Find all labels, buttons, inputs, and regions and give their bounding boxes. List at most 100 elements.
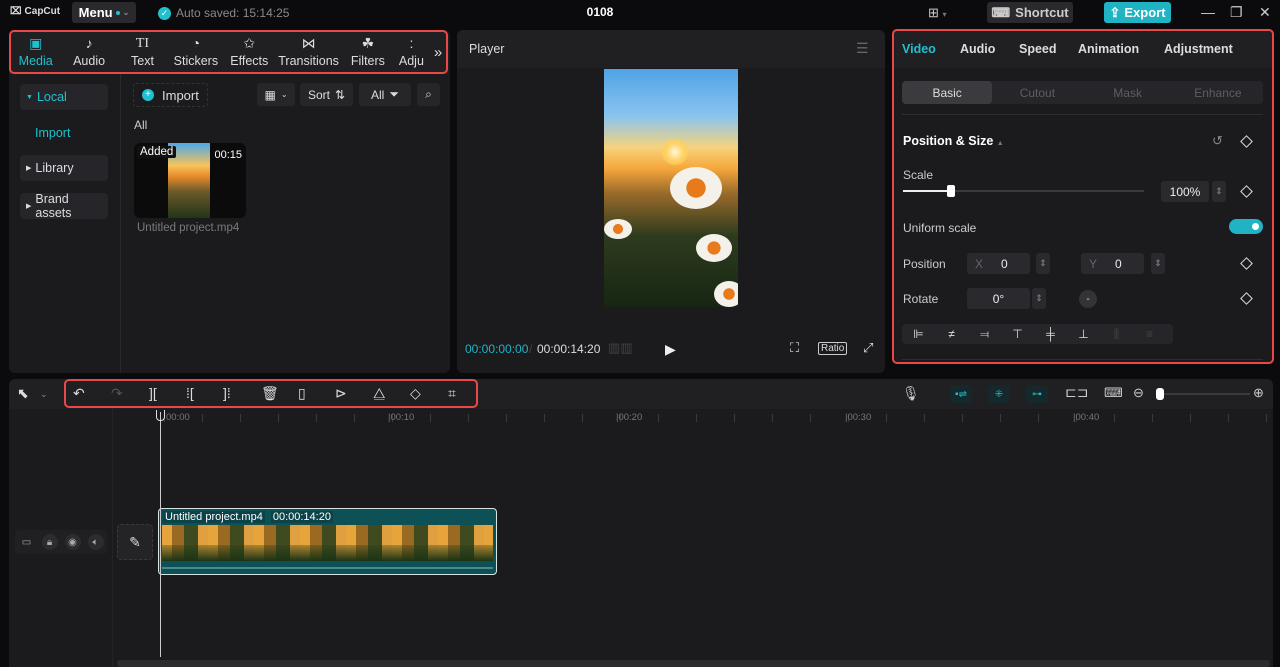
microphone-icon[interactable]: 🎙︎ xyxy=(902,385,920,402)
hamburger-menu-icon[interactable]: ☰ xyxy=(856,40,869,57)
horizontal-scrollbar[interactable] xyxy=(117,660,1270,667)
mirror-icon[interactable]: ⧋ xyxy=(373,385,386,402)
sort-button[interactable]: Sort ⇅ xyxy=(300,83,353,106)
zoom-out-icon[interactable]: ⊖ xyxy=(1133,385,1144,401)
speaker-icon[interactable]: 🔈︎ xyxy=(87,534,104,550)
position-y-stepper[interactable]: ⇕ xyxy=(1151,253,1165,274)
crop-icon[interactable]: ⌗ xyxy=(448,385,456,402)
minimize-button[interactable]: — xyxy=(1201,4,1215,20)
timeline-clip[interactable]: Untitled project.mp4 00:00:14:20 xyxy=(158,508,497,575)
position-y-input[interactable]: Y0 xyxy=(1081,253,1144,274)
tab-media[interactable]: ▣ Media xyxy=(9,30,62,74)
link-button[interactable]: ⊶ xyxy=(1026,385,1048,403)
align-center-v-icon[interactable]: ╪ xyxy=(1034,327,1067,341)
daisy xyxy=(670,167,722,209)
tab-transitions[interactable]: ⋈ Transitions xyxy=(276,30,341,74)
delete-icon[interactable]: 🗑︎ xyxy=(261,385,279,402)
position-x-input[interactable]: X0 xyxy=(967,253,1030,274)
tab-speed[interactable]: Speed xyxy=(1019,42,1057,56)
auto-snap-button[interactable]: ⁜ xyxy=(988,385,1010,403)
tab-audio[interactable]: ♪ Audio xyxy=(62,30,115,74)
import-button[interactable]: + Import xyxy=(133,83,208,107)
layout-button[interactable]: ⊞ ▾ xyxy=(928,5,947,21)
ruler-tick xyxy=(240,414,241,422)
rotate-stepper[interactable]: ⇕ xyxy=(1032,288,1046,309)
sidebar-item-brand-assets[interactable]: ▶ Brand assets xyxy=(20,192,108,220)
split-icon[interactable]: ][ xyxy=(149,385,157,401)
layout-icon: ⊞ xyxy=(928,5,939,20)
play-button[interactable]: ▶ xyxy=(665,341,676,358)
tab-text[interactable]: TI Text xyxy=(116,30,169,74)
subtab-cutout[interactable]: Cutout xyxy=(992,81,1082,104)
undo-icon[interactable]: ↶ xyxy=(73,385,85,402)
tab-stickers[interactable]: ◔ Stickers xyxy=(169,30,222,74)
autosave-status: ✓ Auto saved: 15:14:25 xyxy=(158,6,289,20)
rotate-icon[interactable]: ◇ xyxy=(410,385,421,402)
rotate-input[interactable]: 0° xyxy=(967,288,1030,309)
delete-left-icon[interactable]: ⁞[ xyxy=(186,385,194,401)
freeze-frame-icon[interactable]: ▯ xyxy=(298,385,306,402)
tab-effects[interactable]: ✩ Effects xyxy=(223,30,276,74)
timeline-zoom-slider[interactable] xyxy=(1162,393,1250,395)
ratio-button[interactable]: Ratio xyxy=(818,342,848,355)
more-tabs-button[interactable]: » xyxy=(428,44,448,61)
project-title[interactable]: 0108 xyxy=(560,5,640,19)
video-preview[interactable] xyxy=(604,69,738,307)
zoom-in-icon[interactable]: ⊕ xyxy=(1253,385,1264,401)
menu-button[interactable]: Menu ⌄ xyxy=(72,2,136,23)
cover-edit-button[interactable]: ✎ xyxy=(117,524,153,560)
tab-filters[interactable]: ☘ Filters xyxy=(341,30,394,74)
sidebar-item-local[interactable]: ▼ Local xyxy=(20,84,108,110)
timeline-zoom-handle[interactable] xyxy=(1156,388,1164,400)
align-bottom-icon[interactable]: ⊥ xyxy=(1067,327,1100,341)
subtab-basic[interactable]: Basic xyxy=(902,81,993,104)
reset-icon[interactable]: ↺ xyxy=(1212,133,1223,149)
current-timecode: 00:00:00:00 xyxy=(465,342,529,356)
tab-adjustment[interactable]: : Adju xyxy=(395,30,429,74)
scale-slider-handle[interactable] xyxy=(947,185,956,197)
position-x-stepper[interactable]: ⇕ xyxy=(1036,253,1050,274)
ruler-tick xyxy=(1190,414,1191,422)
scale-stepper[interactable]: ⇕ xyxy=(1212,181,1226,202)
fullscreen-icon[interactable]: ⤢ xyxy=(863,340,873,356)
align-left-icon[interactable]: ⊫ xyxy=(902,327,935,341)
sidebar-item-library[interactable]: ▶ Library xyxy=(20,155,108,181)
playhead[interactable] xyxy=(160,412,161,657)
duration-label: 00:15 xyxy=(214,149,242,161)
rotate-dial[interactable]: - xyxy=(1079,290,1097,308)
filter-button[interactable]: All ⏷ xyxy=(359,83,411,106)
scale-input[interactable]: 100% xyxy=(1161,181,1209,202)
sidebar-item-import[interactable]: Import xyxy=(35,126,70,140)
section-title[interactable]: Position & Size ▲ xyxy=(903,134,1004,148)
uniform-scale-toggle[interactable] xyxy=(1229,219,1263,234)
align-top-icon[interactable]: ⊤ xyxy=(1001,327,1034,341)
search-button[interactable]: ⌕ xyxy=(417,83,440,106)
main-track-magnet-button[interactable]: ▪⇌ xyxy=(950,385,972,403)
align-right-icon[interactable]: ⫤ xyxy=(968,327,1001,342)
restore-button[interactable]: ❐ xyxy=(1230,4,1243,21)
reverse-icon[interactable]: ⊳ xyxy=(335,385,347,402)
tab-adjustment-props[interactable]: Adjustment xyxy=(1164,42,1233,56)
lock-icon[interactable]: 🔒︎ xyxy=(41,534,58,550)
eye-icon[interactable]: ◉ xyxy=(64,534,81,550)
zoom-preview-icon[interactable]: ⛶ xyxy=(790,340,799,356)
tab-animation[interactable]: Animation xyxy=(1078,42,1139,56)
subtab-mask[interactable]: Mask xyxy=(1083,81,1173,104)
tab-video[interactable]: Video xyxy=(902,42,936,56)
chevron-down-icon[interactable]: ⌄ xyxy=(40,389,48,400)
view-mode-button[interactable]: ▦ ⌄ xyxy=(257,83,295,106)
subtab-enhance[interactable]: Enhance xyxy=(1173,81,1263,104)
preview-axis-icon[interactable]: ⌨ xyxy=(1104,385,1123,401)
split-preview-icon[interactable]: ⊏⊐ xyxy=(1065,384,1088,401)
tab-audio-props[interactable]: Audio xyxy=(960,42,995,56)
playhead-handle[interactable] xyxy=(156,410,165,421)
shortcut-button[interactable]: ⌨ Shortcut xyxy=(987,2,1073,23)
media-item-thumbnail[interactable]: Added 00:15 xyxy=(134,143,246,218)
select-tool-icon[interactable]: ⬉ xyxy=(17,385,29,402)
ruler-tick xyxy=(582,414,583,422)
delete-right-icon[interactable]: ]⁞ xyxy=(223,385,231,401)
align-center-h-icon[interactable]: ≠ xyxy=(935,327,968,341)
ruler-tick xyxy=(1152,414,1153,422)
export-button[interactable]: ⇪ Export xyxy=(1104,2,1171,23)
close-button[interactable]: ✕ xyxy=(1259,4,1271,21)
